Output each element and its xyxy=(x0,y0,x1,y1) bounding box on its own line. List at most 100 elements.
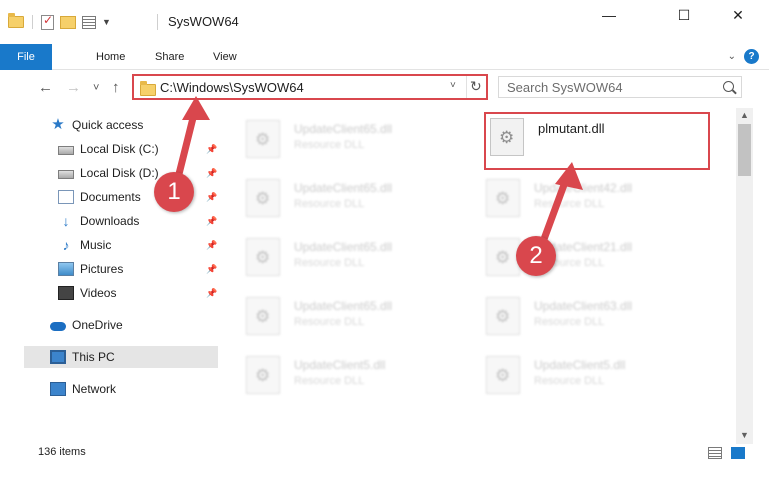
folder-icon xyxy=(8,13,24,28)
address-path[interactable]: C:\Windows\SysWOW64 xyxy=(160,80,304,95)
address-bar[interactable]: C:\Windows\SysWOW64 ˅ ↻ xyxy=(132,74,488,100)
tab-home[interactable]: Home xyxy=(96,44,125,70)
quick-access-toolbar: ▼ xyxy=(8,12,111,32)
close-button[interactable]: ✕ xyxy=(715,0,761,30)
file-name: UpdateClient5.dll xyxy=(294,358,386,372)
file-type: Resource DLL xyxy=(534,375,605,387)
customize-toolbar-icon[interactable] xyxy=(82,15,96,29)
disk-icon xyxy=(58,146,74,155)
pin-icon[interactable]: 📌 xyxy=(206,216,217,227)
title-bar: ▼ SysWOW64 — ☐ ✕ xyxy=(0,0,769,44)
chevron-down-icon[interactable]: ⌄ xyxy=(728,51,736,62)
scroll-down-icon[interactable]: ▼ xyxy=(740,430,749,440)
file-type: Resource DLL xyxy=(294,375,365,387)
file-item[interactable]: UpdateClient65.dll Resource DLL xyxy=(222,289,442,341)
up-button[interactable]: ↑ xyxy=(112,79,120,96)
folder-icon xyxy=(140,81,156,96)
scroll-up-icon[interactable]: ▲ xyxy=(740,110,749,120)
back-button[interactable]: ← xyxy=(38,79,53,96)
maximize-button[interactable]: ☐ xyxy=(661,0,707,30)
sidebar-item-onedrive[interactable]: OneDrive xyxy=(50,314,218,336)
file-item[interactable]: UpdateClient65.dll Resource DLL xyxy=(222,230,442,282)
file-type: Resource DLL xyxy=(294,316,365,328)
new-folder-icon[interactable] xyxy=(60,15,76,29)
toolbar-dropdown-icon[interactable]: ▼ xyxy=(102,17,111,27)
sidebar-item-label: This PC xyxy=(72,350,115,364)
documents-icon xyxy=(58,190,74,204)
large-icons-view-icon[interactable] xyxy=(731,447,745,459)
dll-file-icon xyxy=(486,238,520,276)
pin-icon[interactable]: 📌 xyxy=(206,192,217,203)
recent-locations-button[interactable]: ˅ xyxy=(93,82,99,94)
file-name: UpdateClient63.dll xyxy=(534,299,633,313)
videos-icon xyxy=(58,286,74,300)
sidebar-item-local-disk-d[interactable]: Local Disk (D:) 📌 xyxy=(58,162,218,184)
divider xyxy=(466,76,467,98)
vertical-scrollbar[interactable]: ▲ ▼ xyxy=(736,108,753,444)
music-icon: ♪ xyxy=(62,237,70,253)
dll-file-icon xyxy=(486,297,520,335)
pin-icon[interactable]: 📌 xyxy=(206,264,217,275)
pin-icon[interactable]: 📌 xyxy=(206,288,217,299)
file-item[interactable]: UpdateClient5.dll Resource DLL xyxy=(462,348,682,400)
file-item[interactable]: UpdateClient42.dll Resource DLL xyxy=(462,171,682,223)
tab-view[interactable]: View xyxy=(213,44,237,70)
sidebar-item-label: Music xyxy=(80,238,112,252)
properties-icon[interactable] xyxy=(41,13,54,30)
file-name: UpdateClient65.dll xyxy=(294,122,393,136)
refresh-button[interactable]: ↻ xyxy=(470,78,482,95)
help-icon[interactable]: ? xyxy=(744,49,759,64)
sidebar-item-label: Downloads xyxy=(80,214,140,228)
file-item[interactable]: UpdateClient21.dll Resource DLL xyxy=(462,230,682,282)
sidebar-item-downloads[interactable]: ↓ Downloads 📌 xyxy=(58,210,218,232)
dll-file-icon xyxy=(246,356,280,394)
item-count: 136 items xyxy=(38,446,86,458)
disk-icon xyxy=(58,170,74,179)
callout-badge-1: 1 xyxy=(154,172,194,212)
sidebar-item-documents[interactable]: Documents 📌 xyxy=(58,186,218,208)
pin-icon[interactable]: 📌 xyxy=(206,144,217,155)
sidebar-item-videos[interactable]: Videos 📌 xyxy=(58,282,218,304)
navigation-pane: ★ Quick access Local Disk (C:) 📌 Local D… xyxy=(0,108,222,438)
file-item[interactable]: UpdateClient65.dll Resource DLL xyxy=(222,171,442,223)
sidebar-item-music[interactable]: ♪ Music 📌 xyxy=(58,234,218,256)
search-icon xyxy=(723,81,734,92)
download-icon: ↓ xyxy=(62,213,70,229)
pin-icon[interactable]: 📌 xyxy=(206,240,217,251)
pin-icon[interactable]: 📌 xyxy=(206,168,217,179)
dll-file-icon xyxy=(486,356,520,394)
dll-file-icon xyxy=(246,179,280,217)
sidebar-item-this-pc[interactable]: This PC xyxy=(24,346,218,368)
tab-file[interactable]: File xyxy=(0,44,52,70)
tab-share[interactable]: Share xyxy=(155,44,184,70)
computer-icon xyxy=(50,350,66,364)
file-type: Resource DLL xyxy=(534,316,605,328)
ribbon-tabs: File Home Share View ⌄ ? xyxy=(0,44,769,70)
file-name: UpdateClient5.dll xyxy=(534,358,626,372)
search-input[interactable]: Search SysWOW64 xyxy=(498,76,742,98)
file-item[interactable]: UpdateClient5.dll Resource DLL xyxy=(222,348,442,400)
address-dropdown-icon[interactable]: ˅ xyxy=(450,80,456,91)
sidebar-item-label: Local Disk (C:) xyxy=(80,142,159,156)
sidebar-item-label: Local Disk (D:) xyxy=(80,166,159,180)
highlight-box xyxy=(484,112,710,170)
file-item[interactable]: UpdateClient63.dll Resource DLL xyxy=(462,289,682,341)
sidebar-item-label: Documents xyxy=(80,190,141,204)
forward-button[interactable]: → xyxy=(66,79,81,96)
minimize-button[interactable]: — xyxy=(586,0,632,30)
network-icon xyxy=(50,382,66,396)
dll-file-icon xyxy=(246,297,280,335)
callout-badge-2: 2 xyxy=(516,236,556,276)
sidebar-item-label: OneDrive xyxy=(72,318,123,332)
sidebar-item-label: Quick access xyxy=(72,118,144,132)
dll-file-icon xyxy=(246,120,280,158)
scrollbar-thumb[interactable] xyxy=(738,124,751,176)
sidebar-item-pictures[interactable]: Pictures 📌 xyxy=(58,258,218,280)
sidebar-item-local-disk-c[interactable]: Local Disk (C:) 📌 xyxy=(58,138,218,160)
file-item[interactable]: UpdateClient65.dll Resource DLL xyxy=(222,112,442,164)
dll-file-icon xyxy=(486,179,520,217)
sidebar-item-network[interactable]: Network xyxy=(50,378,218,400)
details-view-icon[interactable] xyxy=(708,447,722,459)
divider xyxy=(157,14,158,30)
file-type: Resource DLL xyxy=(294,257,365,269)
